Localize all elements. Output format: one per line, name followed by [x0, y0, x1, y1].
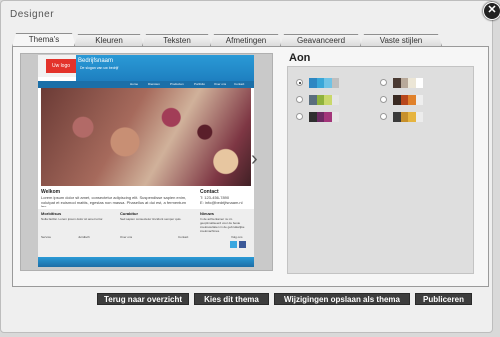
publish-button[interactable]: Publiceren — [415, 293, 472, 305]
color-scheme-swatch[interactable] — [309, 78, 339, 88]
back-to-overview-button[interactable]: Terug naar overzicht — [97, 293, 189, 305]
swatch-color — [316, 95, 324, 105]
color-scheme-radio[interactable] — [380, 96, 387, 103]
chevron-right-icon[interactable]: › — [251, 148, 258, 171]
facebook-icon — [239, 241, 246, 248]
color-scheme-swatch[interactable] — [309, 112, 339, 122]
tab-geavanceerd[interactable]: Geavanceerd — [280, 34, 362, 46]
swatch-color — [393, 95, 401, 105]
preview-morbi-title: Morbitisus — [41, 211, 62, 216]
color-scheme-radio[interactable] — [296, 79, 303, 86]
preview-footer: Morbitisus Curabitur Nieuws Nulla facili… — [38, 209, 254, 257]
color-scheme-swatch[interactable] — [393, 78, 423, 88]
color-scheme-radio[interactable] — [296, 113, 303, 120]
preview-nav-item: Diensten — [148, 82, 160, 86]
preview-nav-item: Over ons — [214, 82, 227, 86]
swatch-color — [400, 78, 408, 88]
dialog-title: Designer — [10, 9, 55, 20]
preview-nav: Home Diensten Producten Portfolio Over o… — [38, 81, 254, 88]
swatch-color — [408, 95, 416, 105]
preview-nav-item: Portfolio — [194, 82, 206, 86]
swatch-color — [393, 112, 401, 122]
swatch-color — [331, 112, 339, 122]
preview-logo: Uw logo — [46, 59, 76, 73]
preview-footer-col: Contact — [178, 235, 189, 239]
preview-footer-col: Volg ons — [231, 235, 243, 239]
color-scheme-radio[interactable] — [296, 96, 303, 103]
tab-kleuren[interactable]: Kleuren — [74, 34, 144, 46]
swatch-color — [415, 112, 423, 122]
preview-nav-item: Contact — [234, 82, 245, 86]
theme-preview: Uw logo Bedrijfsnaam De slogan van uw be… — [38, 55, 254, 267]
swatch-color — [309, 78, 317, 88]
preview-news-title: Nieuws — [200, 211, 215, 216]
preview-curabitur-title: Curabitur — [120, 211, 138, 216]
color-scheme-swatch[interactable] — [309, 95, 339, 105]
style-name: Aon — [289, 52, 311, 64]
preview-news-text: In de achterkamer nu zo geoptimaliseerd … — [200, 217, 245, 233]
preview-footer-col: Juridisch — [78, 235, 90, 239]
swatch-color — [324, 78, 332, 88]
preview-slogan: De slogan van uw bedrijf — [80, 66, 119, 70]
color-scheme-swatch[interactable] — [393, 112, 423, 122]
swatch-color — [316, 78, 324, 88]
color-scheme-swatch[interactable] — [393, 95, 423, 105]
preview-nav-item: Producten — [170, 82, 184, 86]
tab-afmetingen[interactable]: Afmetingen — [210, 34, 282, 46]
tab-themas[interactable]: Thema's — [12, 33, 76, 47]
color-scheme-radio[interactable] — [380, 79, 387, 86]
preview-welcome-text: Lorem ipsum dolor sit amet, consectetur … — [41, 196, 187, 207]
swatch-color — [324, 95, 332, 105]
preview-company-name: Bedrijfsnaam — [78, 58, 114, 64]
swatch-color — [415, 78, 423, 88]
swatch-color — [400, 112, 408, 122]
tab-teksten[interactable]: Teksten — [142, 34, 212, 46]
swatch-color — [408, 112, 416, 122]
save-as-theme-button[interactable]: Wijzigingen opslaan als thema — [274, 293, 410, 305]
preview-nav-item: Home — [130, 82, 139, 86]
preview-footer-col: Over ons — [120, 235, 133, 239]
preview-morbi-text: Nulla facilisi. Lorem ipsum dolor sit am… — [41, 217, 104, 221]
preview-hero-image — [41, 88, 251, 186]
swatch-color — [309, 112, 317, 122]
close-icon[interactable]: ✕ — [483, 2, 500, 20]
tab-vaste-stijlen[interactable]: Vaste stijlen — [360, 34, 442, 46]
preview-welcome-title: Welkom — [41, 189, 61, 195]
preview-contact-line: E: info@bedrijfsnaam.nl — [200, 200, 243, 205]
twitter-icon — [230, 241, 237, 248]
preview-footer-col: Service — [41, 235, 52, 239]
swatch-color — [309, 95, 317, 105]
swatch-color — [408, 78, 416, 88]
choose-theme-button[interactable]: Kies dit thema — [194, 293, 269, 305]
swatch-color — [331, 95, 339, 105]
preview-bottom-bar — [38, 257, 254, 267]
swatch-color — [316, 112, 324, 122]
swatch-color — [400, 95, 408, 105]
swatch-color — [331, 78, 339, 88]
swatch-color — [324, 112, 332, 122]
swatch-color — [393, 78, 401, 88]
preview-curabitur-text: Sed sapien consectetur tincidunt semper … — [120, 217, 182, 221]
swatch-color — [415, 95, 423, 105]
color-scheme-radio[interactable] — [380, 113, 387, 120]
